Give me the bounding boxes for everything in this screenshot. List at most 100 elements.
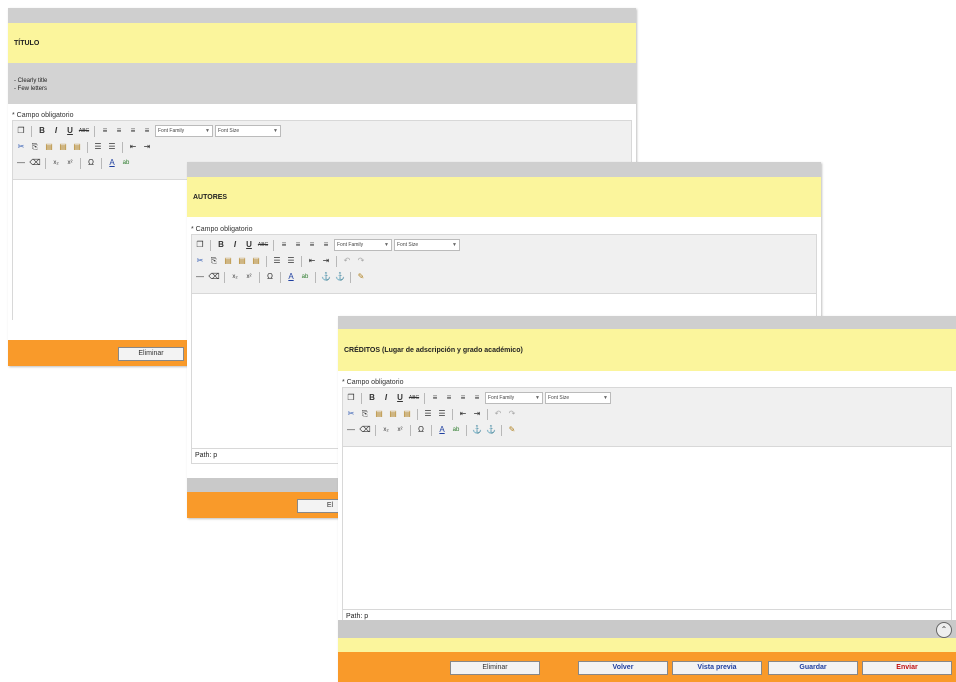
bold-icon[interactable]: B (366, 392, 378, 404)
remove-format-icon[interactable]: ⌫ (359, 424, 371, 436)
strikethrough-icon[interactable]: ABC (257, 239, 269, 251)
indent-icon[interactable]: ⇥ (471, 408, 483, 420)
cut-icon[interactable]: ✂ (345, 408, 357, 420)
paste-icon[interactable]: ▤ (373, 408, 385, 420)
font-family-select[interactable]: Font Family ▼ (155, 125, 213, 137)
cut-icon[interactable]: ✂ (194, 255, 206, 267)
indent-icon[interactable]: ⇥ (141, 141, 153, 153)
align-right-icon[interactable]: ≡ (457, 392, 469, 404)
editor-area[interactable] (342, 447, 952, 609)
horizontal-rule-icon[interactable]: — (15, 157, 27, 169)
align-center-icon[interactable]: ≡ (113, 125, 125, 137)
unlink-icon[interactable]: ⚓ (334, 271, 346, 283)
horizontal-rule-icon[interactable]: — (194, 271, 206, 283)
unordered-list-icon[interactable]: ☰ (92, 141, 104, 153)
remove-format-icon[interactable]: ⌫ (208, 271, 220, 283)
special-char-icon[interactable]: Ω (264, 271, 276, 283)
align-center-icon[interactable]: ≡ (292, 239, 304, 251)
underline-icon[interactable]: U (243, 239, 255, 251)
scroll-up-icon[interactable]: ⌃ (936, 622, 952, 638)
undo-icon[interactable]: ↶ (341, 255, 353, 267)
italic-icon[interactable]: I (380, 392, 392, 404)
paste-text-icon[interactable]: ▤ (387, 408, 399, 420)
special-char-icon[interactable]: Ω (415, 424, 427, 436)
subscript-icon[interactable]: x₂ (229, 271, 241, 283)
unordered-list-icon[interactable]: ☰ (271, 255, 283, 267)
copy-icon[interactable]: ⎘ (208, 255, 220, 267)
horizontal-rule-icon[interactable]: — (345, 424, 357, 436)
paste-word-icon[interactable]: ▤ (250, 255, 262, 267)
background-color-icon[interactable]: ab (120, 157, 132, 169)
outdent-icon[interactable]: ⇤ (306, 255, 318, 267)
font-family-select[interactable]: Font Family ▼ (485, 392, 543, 404)
redo-icon[interactable]: ↷ (506, 408, 518, 420)
align-right-icon[interactable]: ≡ (306, 239, 318, 251)
superscript-icon[interactable]: x² (64, 157, 76, 169)
bold-icon[interactable]: B (215, 239, 227, 251)
back-button[interactable]: Volver (578, 661, 668, 675)
undo-icon[interactable]: ↶ (492, 408, 504, 420)
new-document-icon[interactable]: ❐ (194, 239, 206, 251)
bold-icon[interactable]: B (36, 125, 48, 137)
background-color-icon[interactable]: ab (299, 271, 311, 283)
background-color-icon[interactable]: ab (450, 424, 462, 436)
link-icon[interactable]: ⚓ (471, 424, 483, 436)
copy-icon[interactable]: ⎘ (359, 408, 371, 420)
new-document-icon[interactable]: ❐ (15, 125, 27, 137)
cleanup-icon[interactable]: ✎ (506, 424, 518, 436)
font-size-select[interactable]: Font Size ▼ (394, 239, 460, 251)
redo-icon[interactable]: ↷ (355, 255, 367, 267)
link-icon[interactable]: ⚓ (320, 271, 332, 283)
cleanup-icon[interactable]: ✎ (355, 271, 367, 283)
special-char-icon[interactable]: Ω (85, 157, 97, 169)
paste-icon[interactable]: ▤ (43, 141, 55, 153)
subscript-icon[interactable]: x₂ (380, 424, 392, 436)
font-size-value: Font Size (397, 242, 419, 248)
superscript-icon[interactable]: x² (243, 271, 255, 283)
font-size-select[interactable]: Font Size ▼ (215, 125, 281, 137)
ordered-list-icon[interactable]: ☰ (285, 255, 297, 267)
delete-button[interactable]: Eliminar (118, 347, 184, 361)
italic-icon[interactable]: I (229, 239, 241, 251)
unordered-list-icon[interactable]: ☰ (422, 408, 434, 420)
delete-button[interactable]: Eliminar (450, 661, 540, 675)
align-center-icon[interactable]: ≡ (443, 392, 455, 404)
preview-button[interactable]: Vista previa (672, 661, 762, 675)
outdent-icon[interactable]: ⇤ (127, 141, 139, 153)
align-left-icon[interactable]: ≡ (429, 392, 441, 404)
superscript-icon[interactable]: x² (394, 424, 406, 436)
new-document-icon[interactable]: ❐ (345, 392, 357, 404)
remove-format-icon[interactable]: ⌫ (29, 157, 41, 169)
paste-word-icon[interactable]: ▤ (71, 141, 83, 153)
font-family-select[interactable]: Font Family ▼ (334, 239, 392, 251)
align-left-icon[interactable]: ≡ (99, 125, 111, 137)
text-color-icon[interactable]: A (106, 157, 118, 169)
indent-icon[interactable]: ⇥ (320, 255, 332, 267)
underline-icon[interactable]: U (394, 392, 406, 404)
subscript-icon[interactable]: x₂ (50, 157, 62, 169)
paste-text-icon[interactable]: ▤ (236, 255, 248, 267)
align-justify-icon[interactable]: ≡ (471, 392, 483, 404)
paste-icon[interactable]: ▤ (222, 255, 234, 267)
align-justify-icon[interactable]: ≡ (141, 125, 153, 137)
italic-icon[interactable]: I (50, 125, 62, 137)
text-color-icon[interactable]: A (285, 271, 297, 283)
align-justify-icon[interactable]: ≡ (320, 239, 332, 251)
strikethrough-icon[interactable]: ABC (78, 125, 90, 137)
font-size-select[interactable]: Font Size ▼ (545, 392, 611, 404)
text-color-icon[interactable]: A (436, 424, 448, 436)
ordered-list-icon[interactable]: ☰ (436, 408, 448, 420)
outdent-icon[interactable]: ⇤ (457, 408, 469, 420)
paste-word-icon[interactable]: ▤ (401, 408, 413, 420)
send-button[interactable]: Enviar (862, 661, 952, 675)
align-left-icon[interactable]: ≡ (278, 239, 290, 251)
align-right-icon[interactable]: ≡ (127, 125, 139, 137)
paste-text-icon[interactable]: ▤ (57, 141, 69, 153)
strikethrough-icon[interactable]: ABC (408, 392, 420, 404)
copy-icon[interactable]: ⎘ (29, 141, 41, 153)
underline-icon[interactable]: U (64, 125, 76, 137)
save-button[interactable]: Guardar (768, 661, 858, 675)
unlink-icon[interactable]: ⚓ (485, 424, 497, 436)
ordered-list-icon[interactable]: ☰ (106, 141, 118, 153)
cut-icon[interactable]: ✂ (15, 141, 27, 153)
